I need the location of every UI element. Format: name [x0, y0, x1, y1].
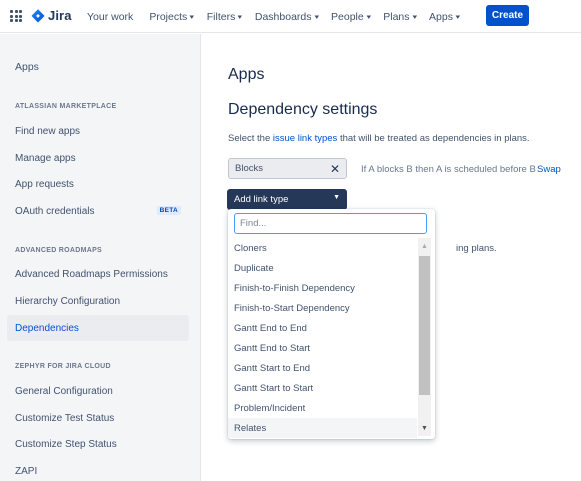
option-relates[interactable]: Relates — [228, 418, 417, 438]
sidebar-item-find-new-apps[interactable]: Find new apps — [7, 118, 189, 144]
nav-label: Your work — [87, 10, 134, 23]
chevron-down-icon: ▾ — [237, 13, 243, 21]
nav-projects[interactable]: Projects ▾ — [149, 10, 195, 23]
option-label: Duplicate — [234, 262, 274, 274]
sidebar-section-heading: ZEPHYR FOR JIRA CLOUD — [15, 363, 111, 370]
page-title: Apps — [228, 66, 265, 83]
option-finish-to-start[interactable]: Finish-to-Start Dependency — [228, 298, 417, 318]
option-label: Gantt Start to Start — [234, 382, 314, 394]
partially-hidden-text: ing plans. — [456, 243, 497, 254]
option-label: Gantt End to Start — [234, 342, 311, 354]
option-cloners[interactable]: Cloners — [228, 238, 417, 258]
option-gantt-end-to-end[interactable]: Gantt End to End — [228, 318, 417, 338]
section-title: Dependency settings — [228, 101, 378, 118]
sidebar-item-label: Dependencies — [15, 322, 79, 334]
sidebar-item-app-requests[interactable]: App requests — [7, 171, 189, 197]
chevron-down-icon: ▾ — [366, 13, 371, 21]
sidebar-item-oauth-credentials[interactable]: OAuth credentials BETA — [7, 198, 189, 224]
sidebar-section-heading: ADVANCED ROADMAPS — [15, 247, 103, 254]
sidebar-item-label: Customize Test Status — [15, 412, 115, 424]
sidebar-item-advanced-roadmaps-permissions[interactable]: Advanced Roadmaps Permissions — [7, 261, 189, 287]
description-suffix: that will be treated as dependencies in … — [337, 133, 530, 144]
tag-label: Blocks — [235, 163, 263, 174]
top-navigation: Jira Your work Projects ▾ Filters ▾ Dashbo… — [0, 0, 581, 33]
nav-your-work[interactable]: Your work — [87, 11, 133, 23]
add-link-type-button[interactable]: Add link type ▼ — [227, 189, 347, 210]
jira-logo[interactable]: Jira — [31, 8, 72, 23]
option-finish-to-finish[interactable]: Finish-to-Finish Dependency — [228, 278, 417, 298]
description-prefix: Select the — [228, 133, 273, 144]
chevron-down-icon: ▾ — [313, 13, 319, 21]
sidebar-item-customize-step-status[interactable]: Customize Step Status — [7, 431, 189, 457]
swap-link[interactable]: Swap — [537, 164, 561, 175]
sidebar-item-label: ZAPI — [15, 465, 38, 477]
sidebar-item-label: Customize Step Status — [15, 438, 117, 450]
scrollbar-thumb[interactable] — [419, 256, 430, 395]
sidebar-item-zapi[interactable]: ZAPI — [7, 458, 189, 481]
issue-link-types-link[interactable]: issue link types — [273, 133, 337, 144]
find-input[interactable] — [234, 213, 427, 234]
sidebar-item-dependencies[interactable]: Dependencies — [7, 315, 189, 341]
logo-text: Jira — [48, 8, 72, 23]
sidebar-item-label: Advanced Roadmaps Permissions — [15, 268, 168, 280]
nav-label: People — [331, 10, 364, 23]
close-icon[interactable]: ✕ — [330, 162, 340, 176]
option-label: Relates — [234, 422, 267, 434]
jira-logo-icon — [31, 8, 45, 22]
chevron-down-icon: ▾ — [189, 13, 195, 21]
sidebar-section-heading: ATLASSIAN MARKETPLACE — [15, 103, 117, 110]
sidebar-title: Apps — [15, 61, 39, 73]
option-label: Gantt End to End — [234, 322, 307, 334]
sidebar-item-label: App requests — [15, 178, 74, 190]
nav-plans[interactable]: Plans ▾ — [383, 11, 416, 23]
link-type-dropdown: Cloners Duplicate Finish-to-Finish Depen… — [228, 209, 435, 439]
nav-items: Your work Projects ▾ Filters ▾ Dashboards ▾… — [80, 0, 460, 33]
nav-apps[interactable]: Apps ▾ — [429, 10, 460, 23]
description: Select the issue link types that will be… — [228, 133, 530, 144]
option-gantt-end-to-start[interactable]: Gantt End to Start — [228, 338, 417, 358]
sidebar-item-manage-apps[interactable]: Manage apps — [7, 145, 189, 171]
sidebar-item-label: General Configuration — [15, 385, 113, 397]
option-label: Gantt Start to End — [234, 362, 311, 374]
link-type-tag: Blocks ✕ — [228, 158, 347, 179]
dependency-hint: If A blocks B then A is scheduled before… — [361, 164, 536, 175]
sidebar: Apps ATLASSIAN MARKETPLACE Find new apps… — [0, 34, 201, 481]
chevron-down-icon: ▾ — [411, 13, 417, 21]
nav-label: Dashboards — [254, 10, 312, 23]
option-label: Finish-to-Finish Dependency — [234, 282, 355, 294]
create-button[interactable]: Create — [486, 5, 529, 26]
option-problem-incident[interactable]: Problem/Incident — [228, 398, 417, 418]
sidebar-item-label: Hierarchy Configuration — [15, 295, 121, 307]
sidebar-item-label: OAuth credentials — [15, 205, 95, 217]
nav-label: Projects — [149, 10, 188, 23]
nav-label: Apps — [429, 10, 453, 23]
add-link-type-label: Add link type — [234, 194, 289, 205]
option-label: Problem/Incident — [234, 402, 306, 414]
chevron-down-icon: ▾ — [455, 13, 460, 21]
nav-filters[interactable]: Filters ▾ — [206, 10, 243, 23]
option-label: Finish-to-Start Dependency — [234, 302, 350, 314]
sidebar-item-hierarchy-configuration[interactable]: Hierarchy Configuration — [7, 288, 189, 314]
sidebar-item-general-configuration[interactable]: General Configuration — [7, 378, 189, 404]
nav-dashboards[interactable]: Dashboards ▾ — [254, 10, 319, 23]
sidebar-item-label: Manage apps — [15, 152, 76, 164]
sidebar-item-customize-test-status[interactable]: Customize Test Status — [7, 405, 189, 431]
option-label: Cloners — [234, 242, 267, 254]
app-switcher-icon[interactable] — [10, 10, 22, 22]
nav-people[interactable]: People ▾ — [331, 10, 371, 23]
caret-down-icon: ▼ — [333, 194, 340, 201]
nav-label: Filters — [206, 10, 236, 23]
beta-badge: BETA — [156, 206, 181, 215]
option-duplicate[interactable]: Duplicate — [228, 258, 417, 278]
option-gantt-start-to-end[interactable]: Gantt Start to End — [228, 358, 417, 378]
option-gantt-start-to-start[interactable]: Gantt Start to Start — [228, 378, 417, 398]
nav-label: Plans — [383, 10, 410, 23]
scroll-down-icon[interactable]: ▼ — [418, 422, 431, 434]
scroll-up-icon[interactable]: ▲ — [418, 240, 431, 252]
sidebar-item-label: Find new apps — [15, 125, 81, 137]
